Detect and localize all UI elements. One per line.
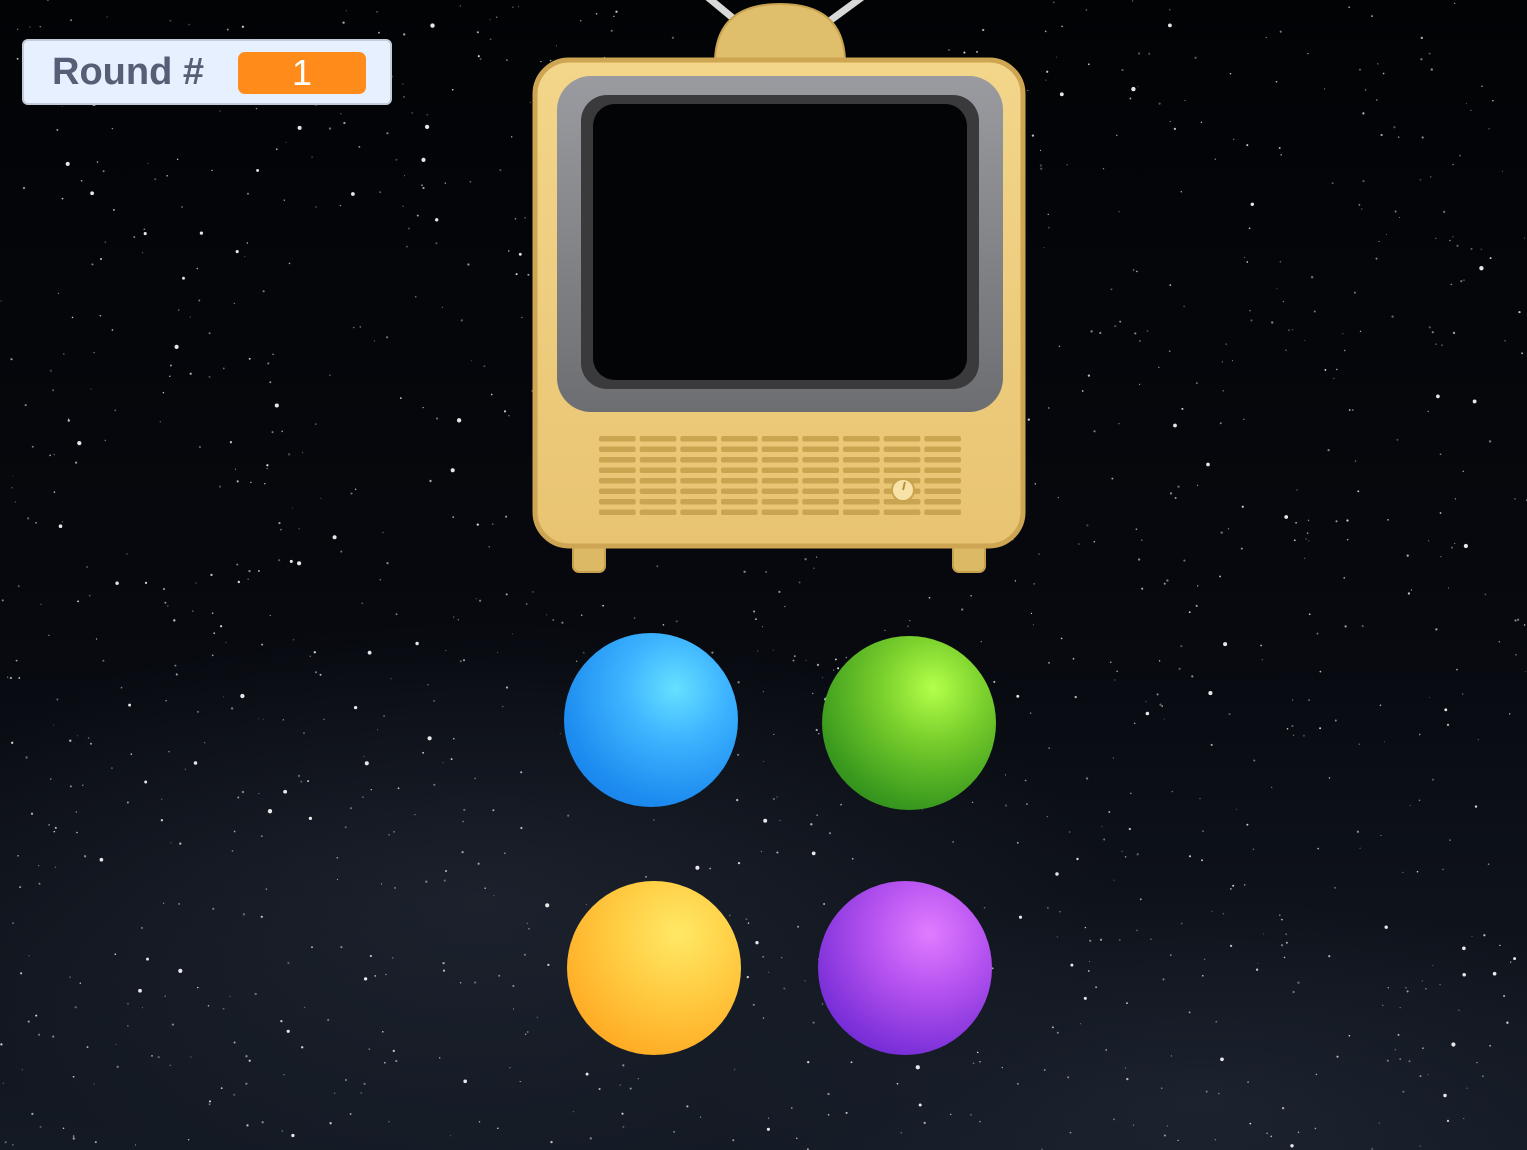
- round-monitor: Round # 1: [22, 39, 392, 105]
- blue-button[interactable]: [564, 633, 738, 807]
- purple-button[interactable]: [818, 881, 992, 1055]
- tv-sprite: [532, 0, 1026, 573]
- green-button[interactable]: [822, 636, 996, 810]
- antenna-icon: [705, 0, 865, 61]
- round-value: 1: [238, 52, 366, 94]
- game-stage[interactable]: Round # 1: [0, 0, 1527, 1150]
- yellow-button[interactable]: [567, 881, 741, 1055]
- round-label: Round #: [52, 50, 204, 93]
